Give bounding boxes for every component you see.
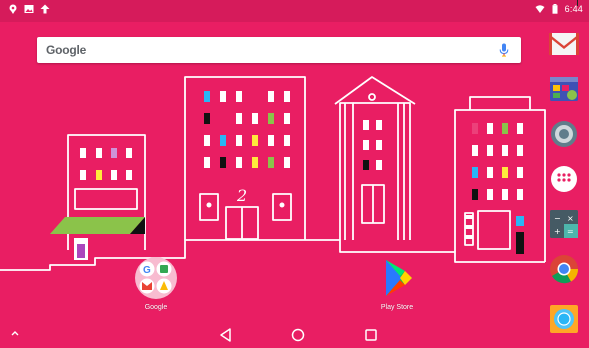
svg-text:×: × [567,214,574,223]
image-icon [24,4,34,14]
svg-text:−: − [554,214,561,223]
svg-text:=: = [567,227,574,236]
recents-icon[interactable] [362,326,380,344]
chrome-icon[interactable] [547,252,581,286]
photo-gallery-icon[interactable] [547,72,581,106]
google-folder-icon: G [134,256,178,300]
app-label-play-store: Play Store [380,304,414,311]
favorites-dock: − × + = [543,22,589,340]
wifi-icon [535,4,545,14]
google-logo: Google [46,43,87,57]
status-clock: 6:44 [564,4,583,14]
status-bar: 6:44 [0,0,589,22]
app-drawer-icon[interactable] [547,162,581,196]
battery-icon [550,4,560,14]
svg-text:G: G [143,265,151,276]
back-icon[interactable] [217,326,235,344]
svg-text:+: + [554,227,561,236]
navigation-bar [0,322,589,348]
upload-icon [40,4,50,14]
chevron-up-icon[interactable] [10,328,20,338]
edge-marker [577,0,578,6]
app-label-google: Google [144,304,168,311]
google-folder[interactable]: G Google [134,256,178,311]
home-screen: 2 6:44 Google G Google Play Store − × + … [0,0,589,348]
svg-text:2: 2 [236,186,247,205]
mic-icon[interactable] [499,43,509,57]
play-store-app[interactable]: Play Store [375,256,419,311]
settings-icon[interactable] [547,117,581,151]
gmail-icon[interactable] [547,27,581,61]
home-icon[interactable] [289,326,307,344]
google-search-bar[interactable]: Google [37,37,521,63]
location-icon [8,4,18,14]
play-store-icon [375,256,419,300]
calculator-icon[interactable]: − × + = [547,207,581,241]
